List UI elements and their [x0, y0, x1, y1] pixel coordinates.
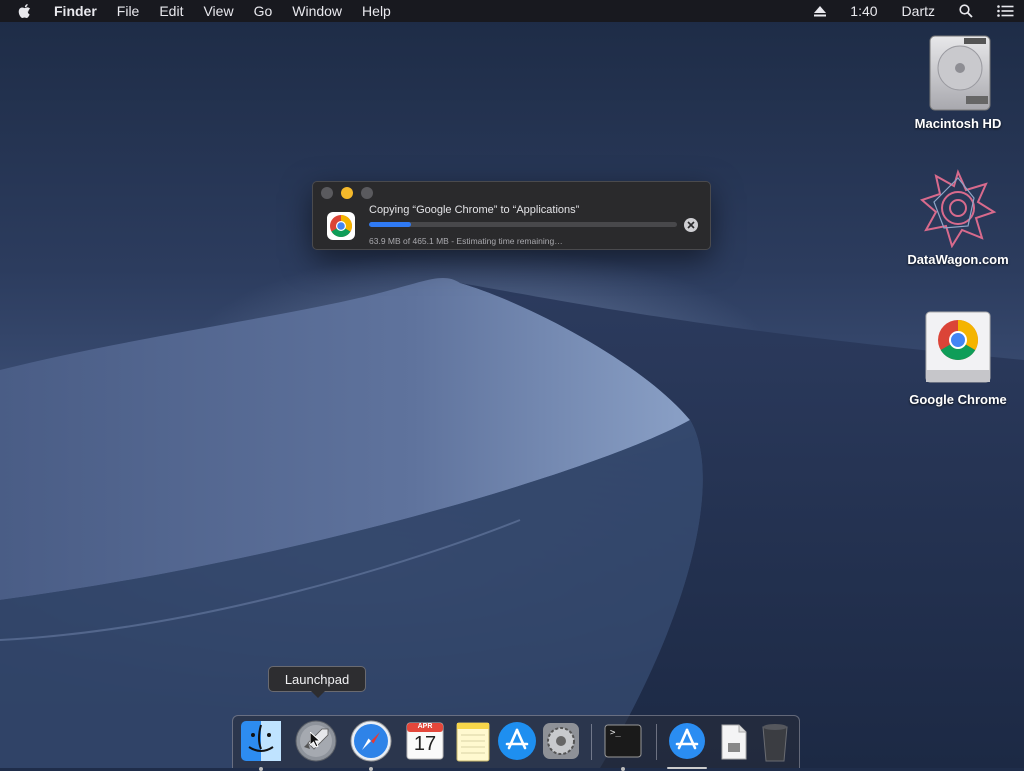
desktop-icon-macintosh-hd[interactable]: Macintosh HD — [898, 32, 1018, 131]
desktop-icon-label: DataWagon.com — [907, 252, 1009, 267]
menu-bar: Finder File Edit View Go Window Help 1:4… — [0, 0, 1024, 22]
dock-tooltip: Launchpad — [268, 666, 366, 698]
zoom-button[interactable] — [361, 187, 373, 199]
progress-fill — [369, 222, 412, 227]
dock-system-preferences[interactable] — [539, 719, 583, 763]
trash-icon — [762, 724, 788, 762]
document-icon — [721, 724, 747, 760]
copy-status: 63.9 MB of 465.1 MB - Estimating time re… — [369, 236, 563, 246]
menu-edit[interactable]: Edit — [159, 3, 183, 19]
stop-copy-button[interactable] — [684, 218, 698, 232]
menu-go[interactable]: Go — [254, 3, 273, 19]
calendar-day: 17 — [413, 733, 437, 755]
datawagon-icon — [918, 168, 998, 249]
terminal-icon — [604, 724, 642, 758]
menu-file[interactable]: File — [117, 3, 140, 19]
eject-icon[interactable] — [814, 5, 827, 17]
dock-safari[interactable] — [349, 719, 393, 771]
close-button[interactable] — [321, 187, 333, 199]
safari-icon — [350, 720, 392, 762]
stack-indicator — [667, 767, 707, 769]
dock: APR 17 >_ — [232, 715, 800, 771]
notes-icon — [456, 722, 490, 762]
menu-clock[interactable]: 1:40 — [850, 3, 877, 19]
menu-window[interactable]: Window — [292, 3, 342, 19]
dock-separator — [591, 724, 592, 760]
dock-separator — [656, 724, 657, 760]
menu-help[interactable]: Help — [362, 3, 391, 19]
terminal-prompt: >_ — [610, 728, 621, 738]
notification-center-icon[interactable] — [997, 5, 1014, 17]
copy-progress-window: Copying “Google Chrome” to “Applications… — [312, 181, 711, 250]
calendar-month: APR — [417, 723, 433, 730]
finder-icon — [241, 721, 281, 761]
window-controls — [321, 187, 373, 199]
dock-notes[interactable] — [451, 719, 495, 763]
dock-applications[interactable] — [665, 719, 709, 769]
spotlight-search-icon[interactable] — [959, 4, 973, 18]
dock-terminal[interactable]: >_ — [601, 719, 645, 771]
dock-app-store[interactable] — [495, 719, 539, 763]
apple-icon[interactable] — [18, 3, 34, 19]
chrome-icon — [327, 212, 355, 240]
desktop-icon-label: Google Chrome — [909, 392, 1007, 407]
hard-drive-icon — [918, 32, 998, 112]
desktop-icon-label: Macintosh HD — [914, 116, 1002, 131]
dock-trash[interactable] — [753, 719, 797, 763]
menu-view[interactable]: View — [203, 3, 233, 19]
dock-launchpad[interactable] — [294, 719, 338, 763]
dock-finder[interactable] — [239, 719, 283, 771]
minimize-button[interactable] — [341, 187, 353, 199]
dock-calendar[interactable]: APR 17 — [403, 719, 447, 763]
menu-user[interactable]: Dartz — [902, 3, 935, 19]
desktop-icon-datawagon[interactable]: DataWagon.com — [898, 168, 1018, 267]
progress-bar — [369, 222, 677, 227]
applications-folder-icon — [669, 723, 705, 759]
gear-icon — [543, 723, 579, 759]
copy-title: Copying “Google Chrome” to “Applications… — [369, 204, 580, 216]
app-store-icon — [498, 722, 536, 760]
chrome-disk-image-icon — [918, 308, 998, 388]
menu-finder[interactable]: Finder — [54, 3, 97, 19]
dock-downloads[interactable] — [711, 719, 755, 763]
desktop-wallpaper — [0, 0, 1024, 768]
desktop-icon-google-chrome[interactable]: Google Chrome — [898, 308, 1018, 407]
mouse-cursor-icon — [310, 732, 322, 748]
